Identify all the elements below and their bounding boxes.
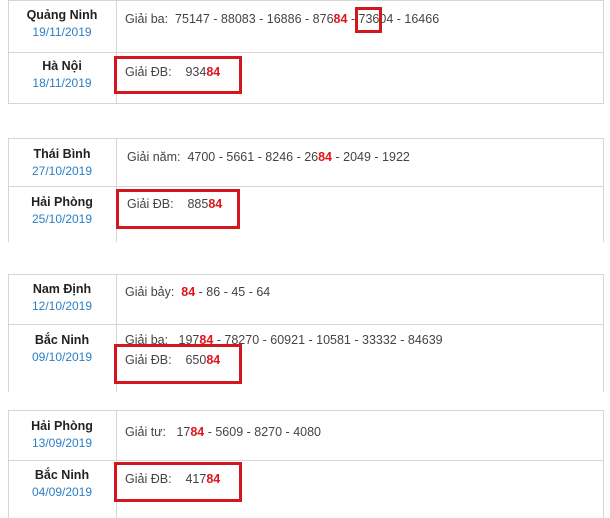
prize-numbers-rest: - 5609 - 8270 - 4080 [204, 425, 321, 439]
draw-date-link[interactable]: 09/10/2019 [8, 350, 116, 364]
highlighted-digits: 84 [318, 150, 333, 164]
prize-label: Giải tư: [125, 425, 167, 439]
row-ha-noi: Hà Nội 18/11/2019 [8, 59, 116, 90]
highlight-box [116, 189, 240, 229]
province-name: Hải Phòng [31, 419, 93, 433]
draw-date-link[interactable]: 18/11/2019 [8, 76, 116, 90]
prize-numbers: 17 [176, 425, 191, 439]
prize-line: Giải bảy: 84 - 86 - 45 - 64 [116, 285, 270, 299]
province-name: Hải Phòng [31, 195, 93, 209]
draw-date-link[interactable]: 27/10/2019 [8, 164, 116, 178]
prize-label: Giải bảy: [125, 285, 175, 299]
highlight-box [355, 7, 382, 33]
prize-line: Giải tư: 1784 - 5609 - 8270 - 4080 [116, 425, 321, 439]
province-name: Bắc Ninh [34, 468, 90, 482]
row-quang-ninh: Quảng Ninh 19/11/2019 [8, 8, 116, 39]
prize-digit: 6 [326, 12, 334, 26]
row-thai-binh: Thái Bình 27/10/2019 [8, 147, 116, 178]
province-name: Hà Nội [42, 59, 82, 73]
prize-label: Giải năm: [127, 150, 181, 164]
row-hai-phong-2: Hải Phòng 13/09/2019 [8, 419, 116, 450]
highlighted-digits: 84 [333, 12, 348, 26]
province-name: Quảng Ninh [26, 8, 98, 22]
draw-date-link[interactable]: 04/09/2019 [8, 485, 116, 499]
province-name: Thái Bình [33, 147, 91, 161]
prize-numbers-rest: - 86 - 45 - 64 [195, 285, 271, 299]
row-bac-ninh-2: Bắc Ninh 04/09/2019 [8, 468, 116, 499]
row-hai-phong: Hải Phòng 25/10/2019 [8, 195, 116, 226]
highlighted-digits: 84 [181, 285, 196, 299]
highlight-box [114, 56, 242, 94]
prize-numbers: 4700 - 5661 - 8246 - 26 [187, 150, 319, 164]
province-name: Nam Định [32, 282, 92, 296]
highlight-box [114, 344, 242, 384]
highlight-box [114, 462, 242, 502]
province-name: Bắc Ninh [34, 333, 90, 347]
row-nam-dinh: Nam Định 12/10/2019 [8, 282, 116, 313]
prize-line: Giải năm: 4700 - 5661 - 8246 - 2684 - 20… [118, 150, 410, 164]
prize-label: Giải ba: [125, 12, 169, 26]
highlighted-digits: 84 [190, 425, 205, 439]
draw-date-link[interactable]: 25/10/2019 [8, 212, 116, 226]
row-bac-ninh: Bắc Ninh 09/10/2019 [8, 333, 116, 364]
prize-numbers-rest: - 2049 - 1922 [332, 150, 410, 164]
draw-date-link[interactable]: 12/10/2019 [8, 299, 116, 313]
prize-line: Giải ba: 75147 - 88083 - 16886 - 87684 -… [116, 12, 439, 26]
prize-numbers-rest: - 78270 - 60921 - 10581 - 33332 - 84639 [213, 333, 443, 347]
draw-date-link[interactable]: 19/11/2019 [8, 25, 116, 39]
draw-date-link[interactable]: 13/09/2019 [8, 436, 116, 450]
prize-numbers: 75147 - 88083 - 16886 - 87 [175, 12, 327, 26]
